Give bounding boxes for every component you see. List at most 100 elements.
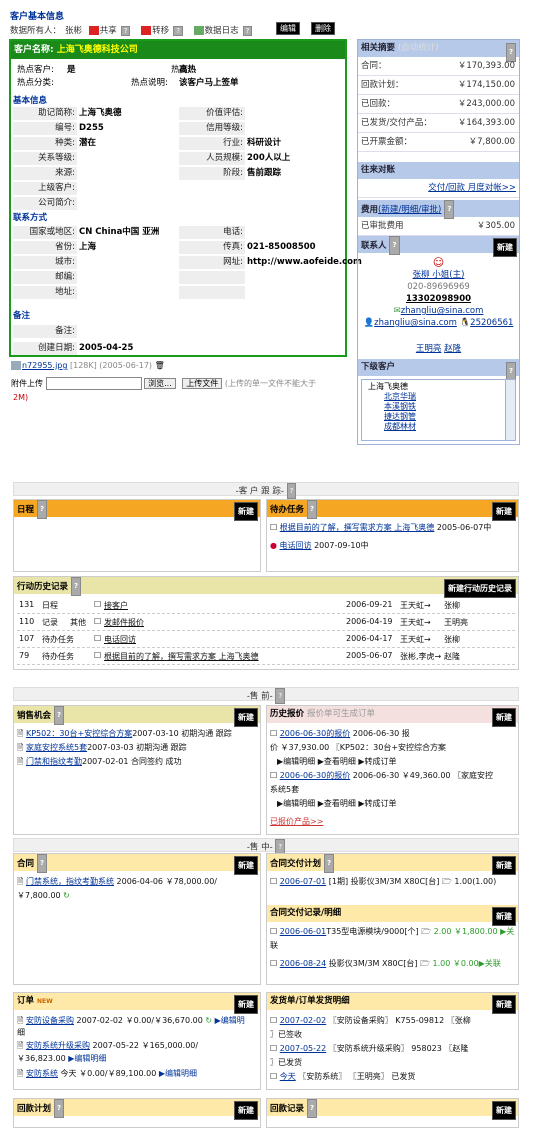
order-link[interactable]: 安防设备采购 <box>26 1016 74 1025</box>
row-divider <box>17 664 515 665</box>
tree-node[interactable]: 捷达钢管 <box>384 412 416 422</box>
new-shipment-button[interactable]: 新建 <box>492 995 516 1014</box>
field-label: 国家或地区: <box>13 226 77 239</box>
field-label: 网址: <box>179 256 245 269</box>
contact-other-2[interactable]: 赵隆 <box>444 344 461 354</box>
history-subject[interactable]: 发邮件报价 <box>104 617 144 628</box>
field-label: 公司简介: <box>13 197 77 210</box>
field-value: 上海 <box>79 242 97 252</box>
field-value: 021-85008500 <box>247 242 316 252</box>
opportunity-link[interactable]: 家庭安控系统5套 <box>26 743 87 752</box>
log-button[interactable]: 数据日志? <box>193 25 257 36</box>
history-contact[interactable]: 张柳 <box>444 634 460 645</box>
new-record-button[interactable]: 新建 <box>492 907 516 926</box>
trash-icon[interactable]: 🗑 <box>155 361 165 370</box>
new-payrec-button[interactable]: 新建 <box>492 1101 516 1120</box>
history-subject[interactable]: 电话回访 <box>104 634 136 645</box>
summary-row: 已开票金额： ￥7,800.00 <box>358 133 519 152</box>
summary-label: 已发货/交付产品： <box>361 118 432 128</box>
history-subject[interactable]: 根据目前的了解，撰写需求方案 上海飞奥德 <box>104 651 259 662</box>
opportunity-link[interactable]: KP502：30台+安控综合方案 <box>26 729 132 738</box>
shipment-panel: 发货单/订单发货明细 新建 ☐ 2007-02-02 〖安防设备采购〗 K755-… <box>266 992 519 1090</box>
plan-link[interactable]: 2006-07-01 <box>280 877 327 886</box>
field-label: 创建日期: <box>13 342 77 355</box>
history-date: 2005-06-07 <box>346 651 393 660</box>
doc-icon: 🗁 <box>421 927 432 936</box>
contact-qq[interactable]: 25206561 <box>470 318 513 328</box>
new-todo-button[interactable]: 新建 <box>492 502 516 521</box>
field-label: 热点客户: <box>17 65 54 75</box>
field-value: 高热 <box>179 65 197 75</box>
contact-other-1[interactable]: 王明亮 <box>416 344 442 354</box>
attachment-row: n72955.jpg [128K] (2005-06-17) 🗑 <box>11 361 165 370</box>
delete-button[interactable]: 删除 <box>311 22 335 35</box>
doc-icon: 🗁 <box>441 877 452 886</box>
field-label: 编号: <box>13 122 77 135</box>
opportunity-link[interactable]: 门禁和指纹考勤 <box>26 757 82 766</box>
new-contract-button[interactable]: 新建 <box>234 856 258 875</box>
field-label: 来源: <box>13 167 77 180</box>
fee-header: 费用(新建/明细/审批) ? <box>358 200 519 219</box>
field-label: 信用等级: <box>179 122 245 135</box>
quoted-products-link[interactable]: 已报价产品>> <box>270 816 323 827</box>
new-schedule-button[interactable]: 新建 <box>234 502 258 521</box>
record-link[interactable]: 2006-06-01 <box>280 927 327 936</box>
new-order-button[interactable]: 新建 <box>234 995 258 1014</box>
customer-name-bar: 客户名称: 上海飞奥德科技公司 <box>11 41 345 59</box>
tree-node[interactable]: 本溪钢铁 <box>384 402 416 412</box>
history-subject[interactable]: 接客户 <box>104 600 128 611</box>
customer-panel: 客户名称: 上海飞奥德科技公司 热点客户: 是热度: 高热 热点分类: 热点说明: 该客户… <box>9 39 362 357</box>
sub-customer-tree[interactable]: 上海飞奥德 北京华瑞 本溪钢铁 捷达钢管 成都林材 <box>361 379 516 441</box>
quote-actions[interactable]: ▶编辑明细 ▶查看明细 ▶转成订单 <box>277 798 397 809</box>
reconcile-link[interactable]: 交付/回款 月度对帐>> <box>428 183 516 193</box>
quote-link[interactable]: 2006-06-30的报价 <box>280 771 351 780</box>
section-follow: -客 户 跟 踪- ? <box>13 482 519 499</box>
new-quote-button[interactable]: 新建 <box>492 708 516 727</box>
image-file-icon <box>11 361 21 370</box>
section-mid: -售 中- ? <box>13 838 519 855</box>
tree-node[interactable]: 成都林材 <box>384 422 416 432</box>
field-value: 上海飞奥德 <box>79 108 122 118</box>
browse-button[interactable]: 浏览... <box>144 378 176 389</box>
history-cell: 待办任务 <box>42 635 74 644</box>
quote-link[interactable]: 2006-06-30的报价 <box>280 729 351 738</box>
summary-value: ￥174,150.00 <box>457 80 515 90</box>
tree-node[interactable]: 北京华瑞 <box>384 392 416 402</box>
field-value: http://www.aofeide.com <box>247 257 362 267</box>
history-contact[interactable]: 张柳 <box>444 600 460 611</box>
history-date: 2006-04-19 <box>346 617 393 626</box>
doc-icon: ☐ <box>94 651 102 660</box>
attachment-link[interactable]: n72955.jpg <box>22 361 67 370</box>
shipment-link[interactable]: 2007-05-22 <box>280 1044 327 1053</box>
edit-button[interactable]: 编辑 <box>276 22 300 35</box>
upload-button[interactable]: 上传文件 <box>182 378 223 389</box>
fee-links[interactable]: (新建/明细/审批) <box>378 205 441 215</box>
new-contact-button[interactable]: 新建 <box>493 238 517 257</box>
contact-email[interactable]: zhangliu@sina.com <box>401 306 484 316</box>
record-link[interactable]: 2006-08-24 <box>280 959 327 968</box>
history-panel: 行动历史记录 ? 新建行动历史记录 131 日程 ☐ 接客户 2006-09-21 王天虹→… <box>13 576 519 670</box>
contract-link[interactable]: 门禁系统，指纹考勤系统 <box>26 877 114 886</box>
quote-actions[interactable]: ▶编辑明细 ▶查看明细 ▶转成订单 <box>277 756 397 767</box>
history-contact[interactable]: 赵隆 <box>444 651 460 662</box>
new-plan-button[interactable]: 新建 <box>492 856 516 875</box>
summary-label: 已开票金额： <box>361 137 413 147</box>
history-contact[interactable]: 王明亮 <box>444 617 468 628</box>
scrollbar[interactable] <box>505 380 515 440</box>
shipment-text: 〗已签收 <box>270 1030 302 1039</box>
new-history-button[interactable]: 新建行动历史记录 <box>444 579 516 598</box>
contact-email2[interactable]: zhangliu@sina.com <box>374 318 457 328</box>
order-link[interactable]: 安防系统 <box>26 1069 58 1078</box>
file-input[interactable] <box>45 377 142 390</box>
opportunity-info: 2007-03-03 初期沟通 跟踪 <box>87 743 187 752</box>
order-link[interactable]: 安防系统升级采购 <box>26 1041 90 1050</box>
share-button[interactable]: 共享? <box>88 25 135 36</box>
summary-value: ￥170,393.00 <box>457 61 515 71</box>
tree-node[interactable]: 上海飞奥德 <box>368 382 408 392</box>
shipment-link[interactable]: 2007-02-02 <box>280 1016 327 1025</box>
shipment-link[interactable]: 今天 <box>280 1072 296 1081</box>
contact-name[interactable]: 张柳 小姐(主) <box>358 269 519 281</box>
new-opportunity-button[interactable]: 新建 <box>234 708 258 727</box>
transfer-button[interactable]: 转移? <box>141 25 187 36</box>
new-payplan-button[interactable]: 新建 <box>234 1101 258 1120</box>
